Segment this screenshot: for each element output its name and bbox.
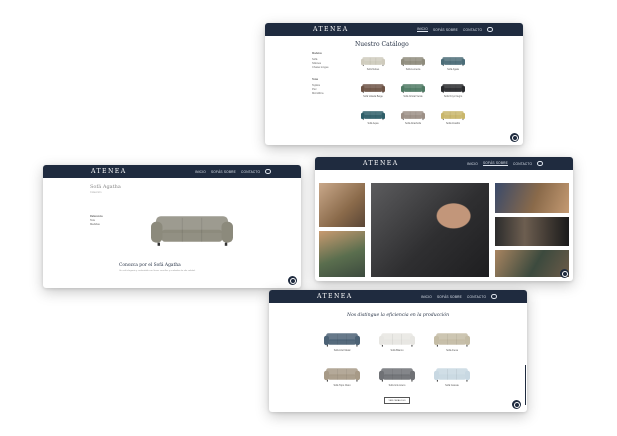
product-name[interactable]: Sofá Azul Metal <box>324 349 360 352</box>
nav-link-inicio[interactable]: INICIO <box>195 170 206 174</box>
product-thumbnail[interactable] <box>361 109 385 121</box>
product-thumbnail[interactable] <box>324 330 360 348</box>
craftsmanship-page-card: ATENEA INICIO SOFÁS SOBRE CONTACTO <box>315 157 573 281</box>
navbar: ATENEA INICIO SOFÁS SOBRE CONTACTO <box>43 165 301 178</box>
catalog-title: Nuestro Catálogo <box>355 41 409 48</box>
product-thumbnail[interactable] <box>361 55 385 67</box>
whatsapp-icon[interactable] <box>288 276 297 285</box>
product-subtitle: Colección <box>90 191 102 194</box>
nav-link-inicio[interactable]: INICIO <box>417 27 428 32</box>
product-thumbnail[interactable] <box>401 82 425 94</box>
brand-logo[interactable]: ATENEA <box>363 160 399 167</box>
whatsapp-icon[interactable] <box>560 269 569 278</box>
spec-value: Tela <box>90 219 95 222</box>
production-title: Nos distingue la eficiencia en la produc… <box>346 313 450 318</box>
filter-group-label: Telas <box>312 78 319 81</box>
search-icon[interactable] <box>491 293 497 300</box>
product-name[interactable]: Sofá Celeste <box>434 384 470 387</box>
product-name[interactable]: Sofá Aqua <box>355 122 391 125</box>
spec-value: Medidas <box>90 223 100 226</box>
product-thumbnail[interactable] <box>441 82 465 94</box>
product-name[interactable]: Sofá Lucrecia <box>395 68 431 71</box>
whatsapp-icon[interactable] <box>512 400 521 409</box>
filter-item[interactable]: Microfibra <box>312 92 352 95</box>
whatsapp-icon[interactable] <box>510 133 519 142</box>
filter-sidebar: Modelos Sofá Sillones Chaise longue Tela… <box>312 52 352 95</box>
photo-stitching-green <box>319 231 365 277</box>
filter-item[interactable]: Chaise longue <box>312 66 352 69</box>
product-title: Sofá Agatha <box>90 184 121 190</box>
photo-workshop <box>495 183 569 213</box>
filter-item[interactable]: Piel <box>312 88 352 91</box>
nav-link-contacto[interactable]: CONTACTO <box>463 28 482 32</box>
brand-logo[interactable]: ATENEA <box>313 26 349 33</box>
product-name[interactable]: Sofá Velada Beige <box>355 95 391 98</box>
product-name[interactable]: Sofá Agata <box>435 68 471 71</box>
product-thumbnail[interactable] <box>401 55 425 67</box>
nav-link-sofas[interactable]: SOFÁS SOBRE <box>211 170 236 174</box>
product-thumbnail[interactable] <box>434 365 470 383</box>
product-name[interactable]: Sofá Alcachofa <box>395 122 431 125</box>
navbar: ATENEA INICIO SOFÁS SOBRE CONTACTO <box>269 290 527 303</box>
spec-label: Referencia <box>90 215 103 218</box>
nav-link-contacto[interactable]: CONTACTO <box>513 162 532 166</box>
product-page-card: ATENEA INICIO SOFÁS SOBRE CONTACTO Sofá … <box>43 165 301 288</box>
catalog-page-card: ATENEA INICIO SOFÁS SOBRE CONTACTO Nuest… <box>265 23 523 145</box>
photo-sewing-leather <box>371 183 489 277</box>
nav-link-sofas[interactable]: SOFÁS SOBRE <box>482 161 509 166</box>
search-icon[interactable] <box>265 168 271 175</box>
product-thumbnail[interactable] <box>401 109 425 121</box>
sofa-image <box>151 216 233 246</box>
navbar: ATENEA INICIO SOFÁS SOBRE CONTACTO <box>265 23 523 36</box>
product-description: Un sofá elegante y confortable con línea… <box>119 270 196 272</box>
filter-group-label: Modelos <box>312 52 322 55</box>
product-name[interactable]: Sofá Topo Claro <box>324 384 360 387</box>
filter-item[interactable]: Tejidos <box>312 84 352 87</box>
nav-link-inicio[interactable]: INICIO <box>467 162 478 166</box>
product-thumbnail[interactable] <box>379 330 415 348</box>
brand-logo[interactable]: ATENEA <box>317 293 353 300</box>
nav-link-sofas[interactable]: SOFÁS SOBRE <box>433 28 458 32</box>
product-name[interactable]: Sofá Nubes <box>355 68 391 71</box>
product-name[interactable]: Sofá Amarillo <box>435 122 471 125</box>
product-heading: Conozca por el Sofá Agatha <box>119 263 181 268</box>
product-thumbnail[interactable] <box>361 82 385 94</box>
view-catalog-button[interactable]: VER CATÁLOGO <box>384 397 410 404</box>
product-thumbnail[interactable] <box>441 109 465 121</box>
search-icon[interactable] <box>487 26 493 33</box>
nav-link-contacto[interactable]: CONTACTO <box>467 295 486 299</box>
product-name[interactable]: Sofá Arena <box>434 349 470 352</box>
navbar: ATENEA INICIO SOFÁS SOBRE CONTACTO <box>315 157 573 170</box>
production-page-card: ATENEA INICIO SOFÁS SOBRE CONTACTO Nos d… <box>269 290 527 412</box>
product-thumbnail[interactable] <box>379 365 415 383</box>
product-name[interactable]: Sofá Cristal Verde <box>395 95 431 98</box>
spec-table: Referencia Tela Medidas <box>90 215 130 226</box>
nav-link-inicio[interactable]: INICIO <box>421 295 432 299</box>
scrollbar[interactable] <box>524 365 526 405</box>
product-name[interactable]: Sofá Gris Acero <box>379 384 415 387</box>
product-thumbnail[interactable] <box>434 330 470 348</box>
photo-cutting-fabric <box>319 183 365 227</box>
filter-item[interactable]: Sofá <box>312 58 352 61</box>
product-thumbnail[interactable] <box>441 55 465 67</box>
search-icon[interactable] <box>537 160 543 167</box>
brand-logo[interactable]: ATENEA <box>91 168 127 175</box>
product-thumbnail[interactable] <box>324 365 360 383</box>
product-name[interactable]: Sofá Onyx Negro <box>435 95 471 98</box>
photo-upholstery <box>495 217 569 246</box>
photo-stapling <box>495 250 569 277</box>
product-name[interactable]: Sofá Blanco <box>379 349 415 352</box>
filter-item[interactable]: Sillones <box>312 62 352 65</box>
nav-link-contacto[interactable]: CONTACTO <box>241 170 260 174</box>
nav-link-sofas[interactable]: SOFÁS SOBRE <box>437 295 462 299</box>
